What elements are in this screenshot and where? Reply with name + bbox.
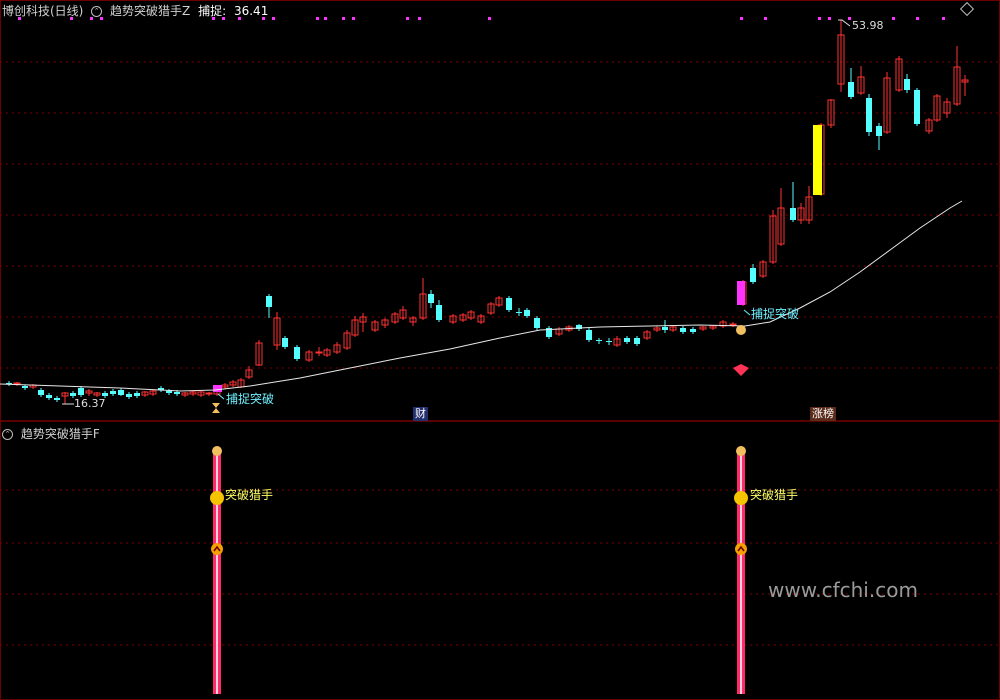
up-chevron-icon	[735, 543, 747, 555]
signal-bar-core	[216, 452, 218, 694]
signal-dot	[764, 17, 767, 20]
candle-down	[750, 268, 756, 282]
candle-down	[790, 208, 796, 220]
candle-up	[13, 382, 21, 385]
candle-down	[102, 393, 108, 396]
smiley-icon	[210, 491, 224, 505]
money-bag-icon	[736, 325, 746, 335]
signal-dot	[272, 17, 275, 20]
signal-arrow	[217, 393, 225, 400]
candle-down	[662, 327, 668, 330]
candle-up	[205, 392, 213, 395]
candle-down	[78, 388, 84, 395]
candle-up	[729, 323, 737, 326]
low-price-label: 16.37	[74, 397, 106, 410]
signal-label-1: 捕捉突破	[226, 392, 275, 406]
high-marker	[838, 19, 851, 27]
signal-dot	[488, 17, 491, 20]
candle-down	[22, 386, 28, 388]
signal-dot	[342, 17, 345, 20]
gem-icon	[733, 364, 749, 376]
candle-down	[38, 390, 44, 395]
signal-dot	[942, 17, 945, 20]
candle-down	[876, 126, 882, 136]
smiley-icon	[734, 491, 748, 505]
limit-up-tag[interactable]: 涨榜	[810, 407, 836, 421]
candle-down	[516, 312, 522, 313]
sub-indicator-name[interactable]: 趋势突破猎手F	[21, 427, 100, 441]
signal-dot	[238, 17, 241, 20]
signal-bar-core	[740, 452, 742, 694]
signal-dot	[848, 17, 851, 20]
candle-down	[634, 338, 640, 344]
signal-dot	[324, 17, 327, 20]
candle-down	[46, 395, 52, 398]
signal-dot	[418, 17, 421, 20]
candle-down	[174, 392, 180, 394]
hunter-label-2: 突破猎手	[750, 488, 799, 502]
signal-dot	[18, 17, 21, 20]
candle-down	[506, 298, 512, 310]
signal-label-2: 捕捉突破	[751, 307, 800, 321]
finance-tag[interactable]: 财	[413, 407, 428, 421]
candle-down	[294, 347, 300, 359]
candle-down	[126, 394, 132, 397]
candle-down	[596, 340, 602, 341]
signal-dot	[222, 17, 225, 20]
signal-arrow	[743, 309, 751, 316]
candle-down	[436, 305, 442, 320]
candle-down	[914, 90, 920, 124]
candle-down	[54, 398, 60, 400]
candle-down	[866, 98, 872, 132]
candle-down	[690, 329, 696, 332]
candle-down	[428, 294, 434, 303]
candle-down	[166, 391, 172, 393]
candle-down	[904, 79, 910, 90]
signal-candle	[737, 281, 745, 305]
candle-down	[266, 296, 272, 307]
candle-down	[282, 338, 288, 347]
signal-dot	[892, 17, 895, 20]
up-chevron-icon	[211, 543, 223, 555]
signal-dot	[818, 17, 821, 20]
signal-dot	[262, 17, 265, 20]
signal-candle	[213, 385, 222, 392]
signal-dot	[90, 17, 93, 20]
moving-average-line	[0, 200, 963, 392]
candle-down	[118, 390, 124, 395]
sub-indicator-toggle-icon[interactable]: ⌃	[2, 429, 13, 440]
candle-down	[110, 391, 116, 394]
candle-down	[134, 393, 140, 396]
high-price-label: 53.98	[852, 19, 884, 32]
signal-dot	[352, 17, 355, 20]
signal-dot	[406, 17, 409, 20]
signal-dot	[316, 17, 319, 20]
candle-down	[624, 338, 630, 342]
signal-dot	[212, 17, 215, 20]
limit-up-candle	[813, 125, 822, 195]
candle-down	[606, 341, 612, 342]
signal-dot	[916, 17, 919, 20]
candle-down	[534, 318, 540, 328]
signal-dot	[100, 17, 103, 20]
sub-header: ⌃ 趋势突破猎手F	[2, 425, 104, 441]
signal-dot	[70, 17, 73, 20]
money-bag-icon	[736, 446, 746, 456]
candle-down	[70, 393, 76, 396]
money-bag-icon	[212, 446, 222, 456]
candle-down	[524, 310, 530, 316]
hunter-label-1: 突破猎手	[225, 488, 274, 502]
candle-down	[586, 330, 592, 340]
candle-down	[680, 328, 686, 332]
hourglass-icon	[212, 403, 220, 413]
signal-dot	[740, 17, 743, 20]
candle-up	[315, 351, 323, 354]
candle-down	[848, 82, 854, 97]
watermark: www.cfchi.com	[768, 578, 918, 602]
signal-dot	[828, 17, 831, 20]
